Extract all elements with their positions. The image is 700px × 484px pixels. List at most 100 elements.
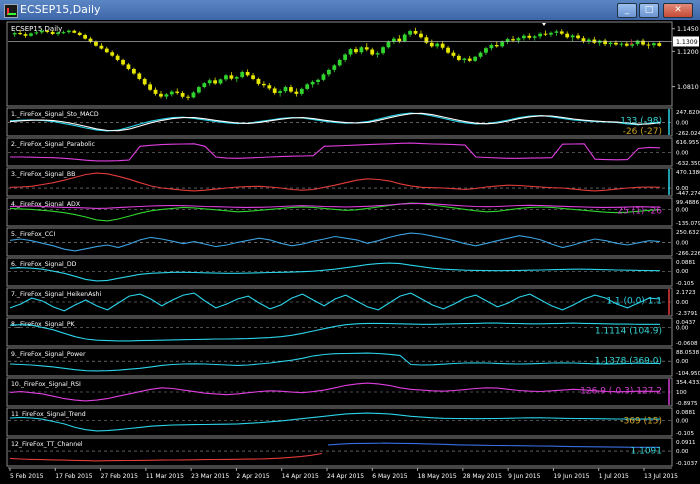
candle-body	[581, 38, 586, 42]
candle-body	[202, 83, 207, 88]
candle-body	[381, 47, 385, 54]
candle-body	[29, 33, 33, 36]
candle-body	[196, 87, 201, 93]
candle-body	[267, 85, 272, 89]
candle-body	[224, 75, 228, 80]
candle-body	[435, 43, 440, 47]
candle-body	[45, 30, 50, 32]
window-titlebar: ECSEP15,Daily _ □ ✕	[0, 0, 700, 21]
candle-body	[554, 31, 559, 33]
chart-area[interactable]: ECSEP15,Daily 1.1450 1.1200 1.0810 1.1309 ↓ 1.…	[0, 20, 700, 480]
chart-canvas[interactable]: ECSEP15,Daily 1.14501.12001.08101.1309↓1.…	[0, 20, 700, 480]
candle-body	[419, 33, 423, 38]
subwindow-border	[6, 347, 673, 377]
candle-body	[429, 42, 434, 47]
subwindow-scale-mid: 0.00	[676, 418, 689, 424]
subwindow-scale-bottom: -266.2268	[676, 251, 700, 257]
candle-body	[50, 31, 55, 34]
subwindow-label: 2._FireFox_Signal_Parabolic	[11, 141, 96, 148]
subwindow-readout-secondary: -26 (-27)	[623, 127, 662, 137]
candle-body	[456, 55, 461, 60]
candle-body	[337, 59, 342, 66]
subwindow-scale-top: 247.8200	[676, 110, 700, 116]
date-tick-label: 5 Feb 2015	[10, 473, 44, 480]
candle-body	[94, 41, 98, 46]
candle-body	[354, 49, 358, 53]
subwindow-label: 3._FireFox_Signal_BB	[11, 171, 75, 178]
subwindow-border	[6, 437, 673, 467]
date-tick-label: 2 Apr 2015	[236, 473, 269, 480]
date-tick-label: 27 Feb 2015	[101, 473, 139, 480]
candle-body	[207, 80, 212, 84]
candle-body	[289, 87, 293, 92]
subwindow-scale-top: 616.955	[676, 140, 700, 146]
candle-body	[83, 35, 88, 39]
minimize-button[interactable]: _	[617, 3, 637, 18]
candle-body	[348, 49, 353, 55]
subwindow-border	[6, 227, 673, 257]
subwindow-label: 6._FireFox_Signal_DD	[11, 261, 77, 268]
subwindow-scale-mid: 0.00	[676, 300, 689, 306]
candle-body	[126, 64, 131, 69]
candle-body	[521, 35, 526, 39]
chart-window-icon	[4, 4, 18, 18]
subwindow-border	[6, 197, 673, 227]
subwindow-readout: 1.1091	[631, 446, 663, 456]
candle-body	[12, 33, 17, 35]
price-tick-label: 1.1200	[677, 49, 699, 56]
candle-body	[608, 42, 613, 45]
candle-body	[164, 94, 169, 97]
subwindow-readout: 126.9 (-0.3) 127.2	[580, 386, 662, 396]
subwindow-scale-bottom: -104.9502	[676, 371, 700, 377]
subwindow-scale-bottom: -632.350	[676, 161, 700, 167]
candle-body	[343, 54, 348, 60]
subwindow-scale-top: 470.1380	[676, 170, 700, 176]
candle-body	[402, 34, 407, 42]
candle-body	[56, 32, 60, 34]
candle-body	[473, 56, 478, 61]
candle-body	[175, 91, 180, 93]
candle-body	[424, 37, 429, 43]
candle-body	[326, 69, 331, 75]
candle-body	[446, 47, 450, 53]
candle-body	[99, 45, 104, 49]
close-button[interactable]: ✕	[663, 3, 693, 18]
subwindow-scale-mid: 0.00	[676, 120, 689, 126]
candle-body	[364, 47, 369, 50]
candle-body	[251, 75, 255, 79]
candle-body	[278, 91, 283, 93]
date-tick-label: 1 Jul 2015	[599, 473, 629, 480]
subwindow-scale-mid: 0.00	[676, 326, 689, 332]
candle-body	[586, 39, 591, 42]
candle-body	[532, 36, 537, 38]
candle-body	[316, 79, 320, 82]
subwindow-scale-bottom: -447.2745	[676, 191, 700, 197]
candle-body	[511, 39, 515, 41]
candle-body	[272, 88, 277, 93]
candle-body	[565, 33, 570, 38]
candle-body	[153, 89, 158, 94]
date-tick-label: 24 Apr 2015	[327, 473, 364, 480]
subwindow-label: 9._FireFox_Signal_Power	[11, 351, 86, 358]
candle-body	[61, 32, 66, 34]
subwindow-scale-top: 0.0911	[676, 440, 696, 446]
candle-body	[440, 43, 445, 48]
subwindow-scale-mid: 100	[676, 390, 687, 396]
subwindow-border	[6, 137, 673, 167]
maximize-button[interactable]: □	[639, 3, 659, 18]
candle-body	[131, 68, 136, 74]
candle-body	[191, 92, 196, 98]
candle-body	[370, 49, 375, 55]
candle-body	[115, 55, 120, 60]
subwindow-scale-top: 0.0881	[676, 260, 696, 266]
subwindow-readout: 1.1 (0.0) 1.1	[606, 296, 662, 306]
candle-body	[299, 88, 304, 94]
candle-body	[18, 33, 23, 35]
subwindow-scale-bottom: -135.0795	[676, 221, 700, 227]
date-tick-label: 6 May 2015	[372, 473, 407, 480]
candle-body	[494, 45, 499, 47]
candle-body	[651, 43, 656, 46]
candle-body	[180, 92, 185, 97]
date-tick-label: 17 Feb 2015	[55, 473, 93, 480]
date-tick-label: 9 Jun 2015	[508, 473, 540, 480]
